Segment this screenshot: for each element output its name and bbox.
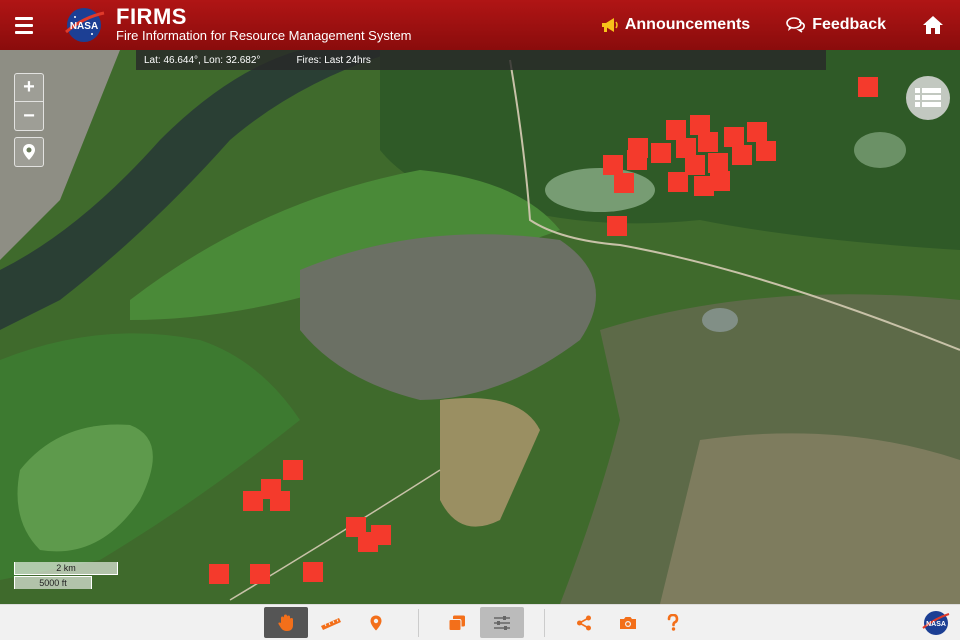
coordinate-readout: Lat: 46.644°, Lon: 32.682° Fires: Last 2… xyxy=(136,50,826,70)
settings-sliders-icon xyxy=(494,615,510,630)
map-scale: 2 km 5000 ft xyxy=(14,562,120,590)
list-icon xyxy=(915,88,941,107)
help-icon xyxy=(667,614,679,631)
feedback-link[interactable]: Feedback xyxy=(786,16,886,34)
home-button[interactable] xyxy=(922,15,944,35)
locate-button[interactable] xyxy=(14,137,44,167)
brand: FIRMS Fire Information for Resource Mana… xyxy=(116,6,412,44)
help-button[interactable] xyxy=(651,607,695,638)
layers-tool-button[interactable] xyxy=(435,607,479,638)
zoom-controls: + − xyxy=(14,73,44,131)
feedback-label: Feedback xyxy=(812,16,886,33)
top-nav: Announcements Feedback xyxy=(601,0,960,50)
nasa-logo[interactable]: NASA xyxy=(62,5,108,45)
measure-ruler-icon xyxy=(321,617,341,630)
satellite-map[interactable] xyxy=(0,50,960,604)
nasa-logo-text: NASA xyxy=(70,21,98,32)
nasa-meatball-icon: NASA xyxy=(922,610,950,635)
zoom-out-button[interactable]: − xyxy=(15,102,43,130)
chat-bubbles-icon xyxy=(786,17,806,33)
camera-icon xyxy=(620,616,636,629)
hamburger-icon xyxy=(15,16,33,20)
measure-tool-button[interactable] xyxy=(309,607,353,638)
nasa-footer-logo[interactable]: NASA xyxy=(914,607,958,638)
map-imagery xyxy=(0,50,960,604)
settings-tool-button[interactable] xyxy=(480,607,524,638)
menu-button[interactable] xyxy=(0,0,48,50)
pan-hand-icon xyxy=(278,614,293,631)
announcements-label: Announcements xyxy=(624,16,751,33)
announcements-link[interactable]: Announcements xyxy=(601,16,750,34)
share-icon xyxy=(577,615,591,630)
snapshot-button[interactable] xyxy=(606,607,650,638)
cursor-coordinates: Lat: 46.644°, Lon: 32.682° xyxy=(144,54,261,66)
zoom-in-button[interactable]: + xyxy=(15,74,43,102)
nasa-footer-logo-text: NASA xyxy=(926,621,946,628)
share-button[interactable] xyxy=(562,607,606,638)
app-subtitle: Fire Information for Resource Management… xyxy=(116,28,412,43)
app-title: FIRMS xyxy=(116,4,187,29)
fires-timeframe: Fires: Last 24hrs xyxy=(296,54,371,66)
app-header: NASA FIRMS Fire Information for Resource… xyxy=(0,0,960,50)
pan-tool-button[interactable] xyxy=(264,607,308,638)
megaphone-icon xyxy=(601,18,618,32)
scale-ft: 5000 ft xyxy=(14,576,92,589)
scale-km: 2 km xyxy=(14,562,118,575)
layer-list-button[interactable] xyxy=(906,76,950,120)
layers-icon xyxy=(448,615,465,631)
marker-tool-button[interactable] xyxy=(354,607,398,638)
bottom-toolbar: NASA xyxy=(0,604,960,640)
marker-icon xyxy=(370,615,382,630)
home-icon xyxy=(923,16,943,34)
map-pin-icon xyxy=(23,144,35,160)
